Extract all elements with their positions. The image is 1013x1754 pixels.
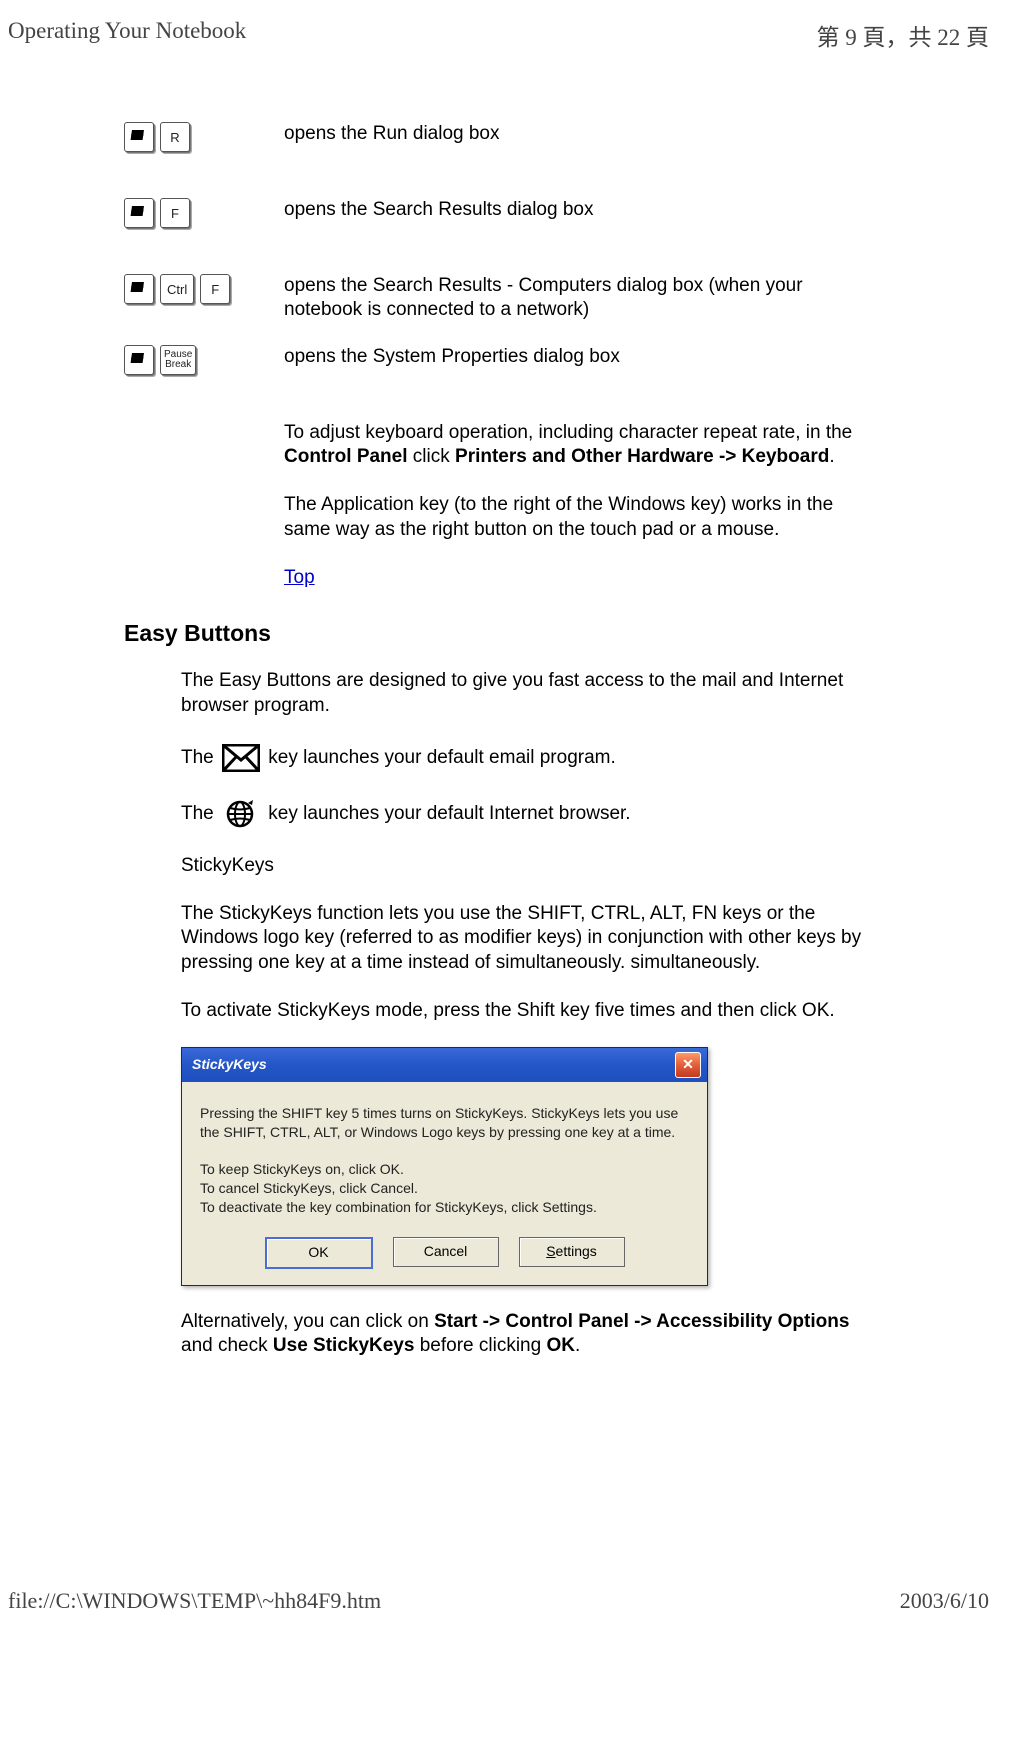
windows-key-icon bbox=[124, 122, 154, 152]
dialog-text-2c: To deactivate the key combination for St… bbox=[200, 1198, 689, 1217]
dialog-titlebar: StickyKeys ✕ bbox=[182, 1048, 707, 1082]
stickykeys-para1: The StickyKeys function lets you use the… bbox=[181, 902, 865, 975]
shortcut-desc: opens the Search Results dialog box bbox=[284, 198, 995, 222]
dialog-title: StickyKeys bbox=[192, 1056, 267, 1074]
stickykeys-alternative: Alternatively, you can click on Start ->… bbox=[181, 1310, 865, 1359]
dialog-text-2b: To cancel StickyKeys, click Cancel. bbox=[200, 1179, 689, 1198]
key-r: R bbox=[160, 122, 190, 152]
easy-globe-line: The key launches your default Internet b… bbox=[181, 798, 865, 830]
dialog-text-2a: To keep StickyKeys on, click OK. bbox=[200, 1160, 689, 1179]
ok-button[interactable]: OK bbox=[265, 1237, 373, 1269]
windows-key-icon bbox=[124, 274, 154, 304]
footer-right: 2003/6/10 bbox=[900, 1588, 989, 1614]
globe-icon bbox=[221, 798, 261, 830]
header-left: Operating Your Notebook bbox=[8, 18, 246, 52]
shortcut-row-win-r: R opens the Run dialog box bbox=[124, 122, 995, 152]
info-application-key: The Application key (to the right of the… bbox=[284, 493, 995, 542]
key-f: F bbox=[200, 274, 230, 304]
stickykeys-para2: To activate StickyKeys mode, press the S… bbox=[181, 999, 865, 1023]
shortcut-row-win-f: F opens the Search Results dialog box bbox=[124, 198, 995, 228]
footer-left: file://C:\WINDOWS\TEMP\~hh84F9.htm bbox=[8, 1588, 381, 1614]
stickykeys-subheading: StickyKeys bbox=[181, 854, 865, 878]
windows-key-icon bbox=[124, 198, 154, 228]
page-header: Operating Your Notebook 第 9 頁，共 22 頁 bbox=[8, 18, 989, 52]
key-f: F bbox=[160, 198, 190, 228]
shortcut-desc: opens the Search Results - Computers dia… bbox=[284, 274, 995, 323]
key-ctrl: Ctrl bbox=[160, 274, 194, 304]
header-right: 第 9 頁，共 22 頁 bbox=[817, 18, 990, 52]
settings-button[interactable]: Settings bbox=[519, 1237, 625, 1267]
mail-icon bbox=[221, 742, 261, 774]
shortcut-row-win-ctrl-f: Ctrl F opens the Search Results - Comput… bbox=[124, 274, 995, 323]
top-link[interactable]: Top bbox=[284, 567, 315, 588]
close-icon[interactable]: ✕ bbox=[675, 1052, 701, 1078]
easy-intro: The Easy Buttons are designed to give yo… bbox=[181, 669, 865, 718]
stickykeys-dialog: StickyKeys ✕ Pressing the SHIFT key 5 ti… bbox=[181, 1047, 708, 1285]
shortcut-row-win-pause: Pause Break opens the System Properties … bbox=[124, 345, 995, 375]
dialog-text-1: Pressing the SHIFT key 5 times turns on … bbox=[200, 1104, 689, 1142]
cancel-button[interactable]: Cancel bbox=[393, 1237, 499, 1267]
dialog-body: Pressing the SHIFT key 5 times turns on … bbox=[182, 1082, 707, 1230]
easy-mail-line: The key launches your default email prog… bbox=[181, 742, 865, 774]
key-pause-break: Pause Break bbox=[160, 345, 196, 375]
shortcut-desc: opens the System Properties dialog box bbox=[284, 345, 995, 369]
info-adjust-keyboard: To adjust keyboard operation, including … bbox=[284, 421, 995, 470]
windows-key-icon bbox=[124, 345, 154, 375]
heading-easy-buttons: Easy Buttons bbox=[124, 620, 995, 647]
shortcut-desc: opens the Run dialog box bbox=[284, 122, 995, 146]
page-footer: file://C:\WINDOWS\TEMP\~hh84F9.htm 2003/… bbox=[8, 1588, 989, 1614]
